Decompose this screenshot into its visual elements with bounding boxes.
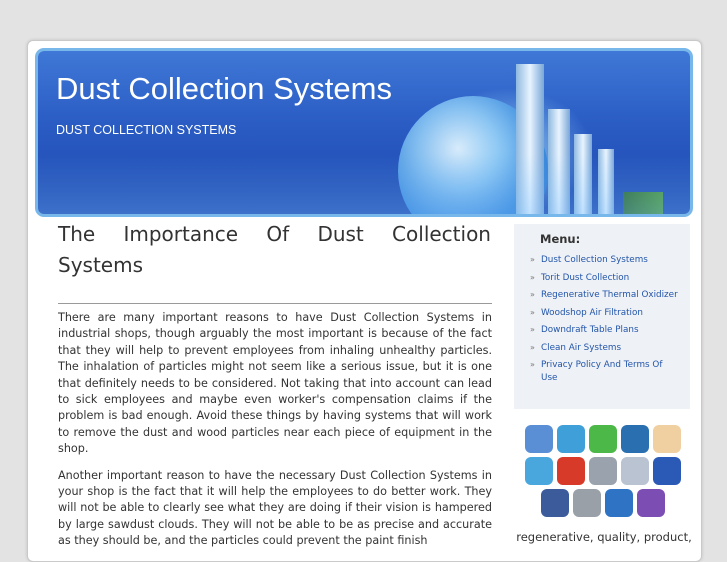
menu-item-label[interactable]: Privacy Policy And Terms Of Use [541,360,662,383]
menu-item[interactable]: » Clean Air Systems [530,342,680,355]
social-icon-row [518,425,688,453]
chevron-right-icon: » [530,325,535,334]
menu-item[interactable]: » Privacy Policy And Terms Of Use [530,359,680,384]
chevron-right-icon: » [530,360,535,369]
menu-item-label[interactable]: Downdraft Table Plans [541,325,639,335]
buzz-icon[interactable] [637,489,665,517]
google-icon[interactable] [621,457,649,485]
delicious-icon[interactable] [653,457,681,485]
site-tagline: DUST COLLECTION SYSTEMS [56,123,237,137]
article-title-line: The Importance Of Dust Collection [58,222,491,246]
article-paragraph: There are many important reasons to have… [58,311,492,456]
site-title[interactable]: Dust Collection Systems [56,71,392,107]
sidebar-menu: Menu: » Dust Collection Systems » Torit Du… [514,224,690,409]
chevron-right-icon: » [530,342,535,352]
menu-item-label[interactable]: Regenerative Thermal Oxidizer [541,290,678,300]
chevron-right-icon: » [530,290,535,299]
chevron-right-icon: » [530,255,535,264]
menu-item[interactable]: » Dust Collection Systems [530,254,680,267]
site-header: Dust Collection Systems DUST COLLECTION … [38,51,690,214]
stumbleupon-icon[interactable] [557,425,585,453]
article-title: The Importance Of Dust Collection System… [58,219,491,281]
social-bookmarks [518,425,688,521]
blogger-icon[interactable] [653,425,681,453]
page-container: Dust Collection Systems DUST COLLECTION … [27,40,702,562]
menu-item-label[interactable]: Torit Dust Collection [541,273,629,283]
menu-item-label[interactable]: Dust Collection Systems [541,255,648,265]
tag-text: regenerative, quality, product, [516,530,692,544]
menu-item[interactable]: » Downdraft Table Plans [530,324,680,337]
twitter-icon[interactable] [525,457,553,485]
header-wave [38,154,690,214]
article-title-line: Systems [58,253,143,277]
reddit-icon[interactable] [589,457,617,485]
chevron-right-icon: » [530,272,535,282]
menu-item-label[interactable]: Clean Air Systems [541,343,621,353]
title-divider [58,303,492,304]
menu-item[interactable]: » Woodshop Air Filtration [530,307,680,320]
myspace-icon[interactable] [605,489,633,517]
menu-item-label[interactable]: Woodshop Air Filtration [541,308,643,318]
facebook-icon[interactable] [541,489,569,517]
menu-title: Menu: [540,232,581,246]
linkedin-icon[interactable] [621,425,649,453]
social-icon-row [518,457,688,485]
diigo-icon[interactable] [573,489,601,517]
bookmark-globe-icon[interactable] [525,425,553,453]
chevron-right-icon: » [530,307,535,317]
menu-item[interactable]: » Regenerative Thermal Oxidizer [530,289,680,302]
article-paragraph: Another important reason to have the nec… [58,468,492,548]
article-body: There are many important reasons to have… [58,310,492,560]
menu-item[interactable]: » Torit Dust Collection [530,272,680,285]
social-icon-row [518,489,688,517]
menu-list: » Dust Collection Systems » Torit Dust Col… [530,254,680,389]
chat-bubble-icon[interactable] [589,425,617,453]
mixx-icon[interactable] [557,457,585,485]
